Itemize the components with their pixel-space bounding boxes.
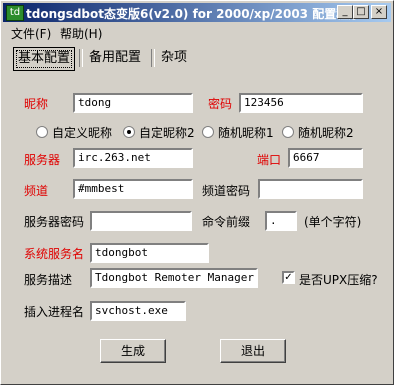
menu-help[interactable]: 帮助(H) bbox=[60, 25, 102, 42]
server-label: 服务器 bbox=[24, 153, 61, 167]
radio-custom-nick2-label: 自定昵称2 bbox=[139, 126, 195, 140]
radio-random-nick1-label: 随机昵称1 bbox=[218, 126, 274, 140]
tab-backup-config[interactable]: 备用配置 bbox=[85, 47, 145, 69]
config-window: td tdongsdbot态变版6(v2.0) for 2000/xp/2003… bbox=[0, 0, 394, 385]
radio-custom-nick-label: 自定义昵称 bbox=[52, 126, 113, 140]
port-input[interactable]: 6667 bbox=[288, 148, 363, 168]
tab-separator bbox=[79, 49, 83, 67]
window-title: tdongsdbot态变版6(v2.0) for 2000/xp/2003 配置… bbox=[26, 7, 361, 21]
menu-file[interactable]: 文件(F) bbox=[11, 25, 51, 42]
command-prefix-input[interactable]: . bbox=[265, 211, 297, 231]
nickname-input[interactable]: tdong bbox=[73, 93, 193, 113]
server-password-input[interactable] bbox=[90, 211, 192, 231]
radio-custom-nick[interactable] bbox=[36, 126, 48, 138]
service-desc-input[interactable]: Tdongbot Remoter Manager bbox=[90, 268, 258, 288]
exit-button[interactable]: 退出 bbox=[220, 339, 286, 363]
radio-random-nick2-label: 随机昵称2 bbox=[298, 126, 354, 140]
command-prefix-label: 命令前缀 bbox=[202, 215, 251, 229]
channel-input[interactable]: #mmbest bbox=[73, 179, 193, 199]
tab-basic-config[interactable]: 基本配置 bbox=[13, 47, 75, 71]
nickname-label: 昵称 bbox=[24, 97, 49, 111]
radio-random-nick2[interactable] bbox=[282, 126, 294, 138]
server-input[interactable]: irc.263.net bbox=[73, 148, 193, 168]
server-password-label: 服务器密码 bbox=[24, 215, 85, 229]
channel-password-label: 频道密码 bbox=[202, 184, 251, 198]
upx-label: 是否UPX压缩? bbox=[299, 273, 378, 287]
service-name-input[interactable]: tdongbot bbox=[90, 243, 209, 263]
service-name-label: 系统服务名 bbox=[24, 247, 85, 261]
password-input[interactable]: 123456 bbox=[239, 93, 363, 113]
inject-process-label: 插入进程名 bbox=[24, 305, 85, 319]
minimize-button[interactable]: _ bbox=[337, 5, 353, 19]
upx-checkbox[interactable]: ✓ bbox=[282, 271, 295, 284]
app-icon: td bbox=[6, 5, 24, 21]
inject-process-input[interactable]: svchost.exe bbox=[90, 301, 186, 321]
maximize-button[interactable]: □ bbox=[353, 5, 369, 19]
generate-button[interactable]: 生成 bbox=[100, 339, 166, 363]
channel-password-input[interactable] bbox=[258, 179, 363, 199]
password-label: 密码 bbox=[208, 97, 233, 111]
radio-custom-nick2[interactable] bbox=[123, 126, 135, 138]
service-desc-label: 服务描述 bbox=[24, 273, 73, 287]
port-label: 端口 bbox=[257, 153, 282, 167]
title-bar[interactable]: td tdongsdbot态变版6(v2.0) for 2000/xp/2003… bbox=[3, 3, 391, 22]
close-button[interactable]: × bbox=[371, 5, 387, 19]
menu-bar: 文件(F) 帮助(H) bbox=[3, 23, 391, 41]
radio-random-nick1[interactable] bbox=[202, 126, 214, 138]
channel-label: 频道 bbox=[24, 184, 49, 198]
tab-separator bbox=[151, 49, 155, 67]
single-char-note: (单个字符) bbox=[304, 215, 362, 229]
tab-misc[interactable]: 杂项 bbox=[157, 47, 191, 69]
